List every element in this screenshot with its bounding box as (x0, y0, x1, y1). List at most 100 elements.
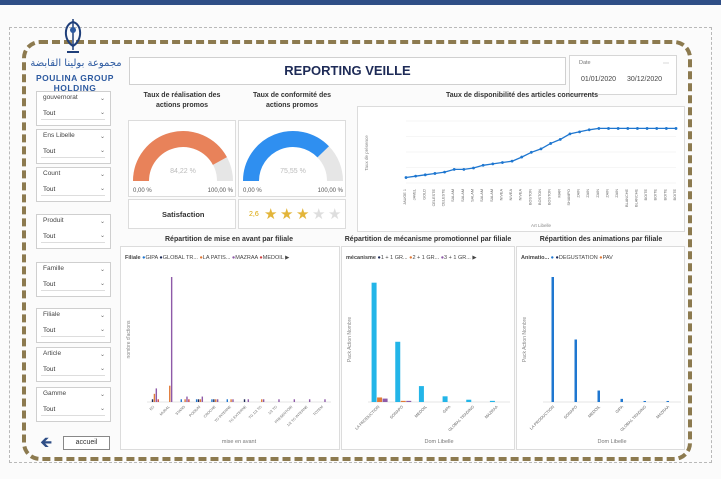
bar[interactable] (153, 393, 156, 402)
bar[interactable] (377, 397, 383, 402)
filter-label: Article (43, 350, 62, 357)
more-options-icon[interactable]: ⋯ (663, 60, 669, 67)
satisfaction-label-panel: Satisfaction (128, 199, 236, 229)
satisfaction-rating-panel: 2,6 ★ ★ ★ ★ ★ (238, 199, 346, 229)
filter-label: Count (43, 170, 61, 177)
bar[interactable] (201, 396, 204, 402)
bar[interactable] (489, 400, 495, 402)
date-start-input[interactable]: 01/01/2020 (581, 76, 616, 83)
bar[interactable] (216, 399, 219, 402)
chevron-down-icon[interactable]: ⌄ (100, 312, 105, 319)
bar[interactable] (155, 388, 158, 402)
filter-select[interactable]: Tout (41, 145, 105, 158)
gauge-title-conformite: Taux de conformité des actions promos (252, 92, 332, 109)
bar[interactable] (395, 341, 401, 402)
bar[interactable] (169, 385, 171, 402)
chevron-down-icon[interactable]: ⌄ (100, 218, 105, 225)
chevron-down-icon[interactable]: ⌄ (100, 171, 105, 178)
bar[interactable] (226, 399, 228, 402)
y-axis-title: nombre d'actions (126, 320, 132, 358)
chevron-down-icon[interactable]: ⌄ (100, 280, 105, 287)
bar[interactable] (382, 398, 388, 402)
chevron-down-icon[interactable]: ⌄ (100, 365, 105, 372)
filter-filiale[interactable]: Filiale ⌄ Tout ⌄ (36, 308, 111, 343)
filter-ens-libelle[interactable]: Ens Libelle ⌄ Tout ⌄ (36, 129, 111, 164)
filter-gamme[interactable]: Gamme ⌄ Tout ⌄ (36, 387, 111, 422)
filter-select[interactable]: Tout (41, 183, 105, 196)
bar[interactable] (215, 399, 217, 402)
chevron-down-icon[interactable]: ⌄ (100, 405, 105, 412)
bar[interactable] (211, 399, 213, 402)
filter-select[interactable]: Tout (41, 324, 105, 337)
bar[interactable] (195, 399, 198, 402)
home-button[interactable]: accueil (63, 436, 110, 450)
chevron-down-icon[interactable]: ⌄ (100, 326, 105, 333)
filter-count[interactable]: Count ⌄ Tout ⌄ (36, 167, 111, 202)
bar[interactable] (157, 399, 159, 402)
chevron-down-icon[interactable]: ⌄ (100, 351, 105, 358)
bar[interactable] (551, 277, 555, 402)
chevron-down-icon[interactable]: ⌄ (100, 266, 105, 273)
x-tick-label: BOITE (663, 189, 667, 201)
filter-famille[interactable]: Famille ⌄ Tout ⌄ (36, 262, 111, 297)
bar[interactable] (262, 399, 265, 402)
bar[interactable] (186, 396, 188, 402)
bar[interactable] (418, 386, 424, 402)
bar[interactable] (213, 399, 215, 402)
bar[interactable] (293, 399, 296, 402)
bar[interactable] (230, 399, 232, 402)
gauge-value-label: 84,22 % (170, 168, 196, 175)
bar[interactable] (180, 399, 182, 402)
bar[interactable] (197, 399, 200, 402)
bar[interactable] (574, 339, 578, 403)
filter-select[interactable]: Tout (41, 403, 105, 416)
chevron-down-icon[interactable]: ⌄ (100, 147, 105, 154)
bar[interactable] (371, 282, 377, 402)
chevron-down-icon[interactable]: ⌄ (100, 95, 105, 102)
bar[interactable] (243, 399, 246, 402)
bar[interactable] (643, 400, 647, 402)
x-tick-label: SALAM (490, 189, 494, 202)
bar[interactable] (308, 399, 311, 402)
gauge-panel-realisation: 84,22 % 0,00 % 100,00 % (128, 120, 236, 197)
filter-gouvernorat[interactable]: gouvernorat ⌄ Tout ⌄ (36, 91, 111, 126)
filter-select[interactable]: Tout (41, 230, 105, 243)
bar[interactable] (400, 400, 406, 402)
bar[interactable] (184, 399, 186, 402)
filter-article[interactable]: Article ⌄ Tout ⌄ (36, 347, 111, 382)
star-icon: ★ (264, 206, 278, 223)
bar[interactable] (247, 399, 250, 402)
x-tick-label: CROCHE (203, 404, 217, 418)
filter-select[interactable]: Tout (41, 107, 105, 120)
bar[interactable] (188, 399, 190, 402)
chevron-down-icon[interactable]: ⌄ (100, 185, 105, 192)
bar[interactable] (466, 399, 472, 402)
chevron-down-icon[interactable]: ⌄ (100, 133, 105, 140)
date-end-input[interactable]: 30/12/2020 (627, 76, 662, 83)
arrow-left-icon[interactable]: 🡸 (40, 435, 52, 450)
x-tick-label: TG 1/2 TG (248, 405, 263, 420)
date-range-filter[interactable]: Date ⋯ 01/01/2020 30/12/2020 (569, 55, 677, 95)
bar[interactable] (442, 396, 448, 402)
bar[interactable] (597, 390, 601, 402)
chevron-down-icon[interactable]: ⌄ (100, 232, 105, 239)
bar[interactable] (151, 399, 154, 402)
bar[interactable] (199, 399, 202, 402)
bar[interactable] (278, 399, 280, 402)
x-tick-label: GOLD (422, 189, 426, 200)
filter-select[interactable]: Tout (41, 278, 105, 291)
chevron-down-icon[interactable]: ⌄ (100, 109, 105, 116)
x-tick-label: MURAL (159, 405, 171, 417)
bar[interactable] (170, 277, 173, 402)
filiale-chart-panel: Filiale ●GIPA ●GLOBAL TR... ●LA PATIS...… (120, 246, 340, 450)
bar[interactable] (324, 399, 326, 402)
filter-produit[interactable]: Produit ⌄ Tout ⌄ (36, 214, 111, 249)
bar[interactable] (406, 400, 412, 402)
chevron-down-icon[interactable]: ⌄ (100, 391, 105, 398)
gauge-min-label: 0,00 % (243, 188, 262, 194)
bar[interactable] (620, 398, 624, 402)
bar[interactable] (232, 399, 234, 402)
bar[interactable] (261, 399, 263, 402)
filter-select[interactable]: Tout (41, 363, 105, 376)
bar[interactable] (666, 400, 670, 402)
